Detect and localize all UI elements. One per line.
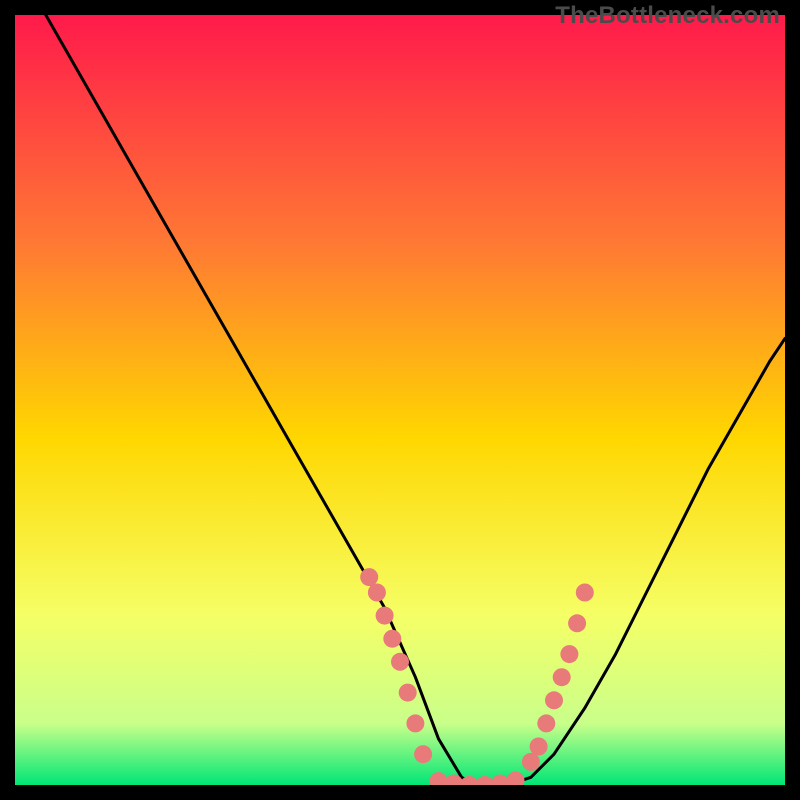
- data-dot: [360, 568, 378, 586]
- data-dot: [376, 607, 394, 625]
- watermark-text: TheBottleneck.com: [555, 2, 780, 30]
- data-dot: [545, 691, 563, 709]
- data-dot: [537, 714, 555, 732]
- data-dot: [391, 653, 409, 671]
- data-dot: [568, 614, 586, 632]
- data-dot: [560, 645, 578, 663]
- chart-frame: [15, 15, 785, 785]
- data-dot: [522, 753, 540, 771]
- data-dot: [576, 584, 594, 602]
- data-dot: [530, 738, 548, 756]
- bottleneck-chart: [15, 15, 785, 785]
- data-dot: [383, 630, 401, 648]
- data-dot: [399, 684, 417, 702]
- data-dot: [553, 668, 571, 686]
- data-dot: [406, 714, 424, 732]
- data-dot: [414, 745, 432, 763]
- data-dot: [368, 584, 386, 602]
